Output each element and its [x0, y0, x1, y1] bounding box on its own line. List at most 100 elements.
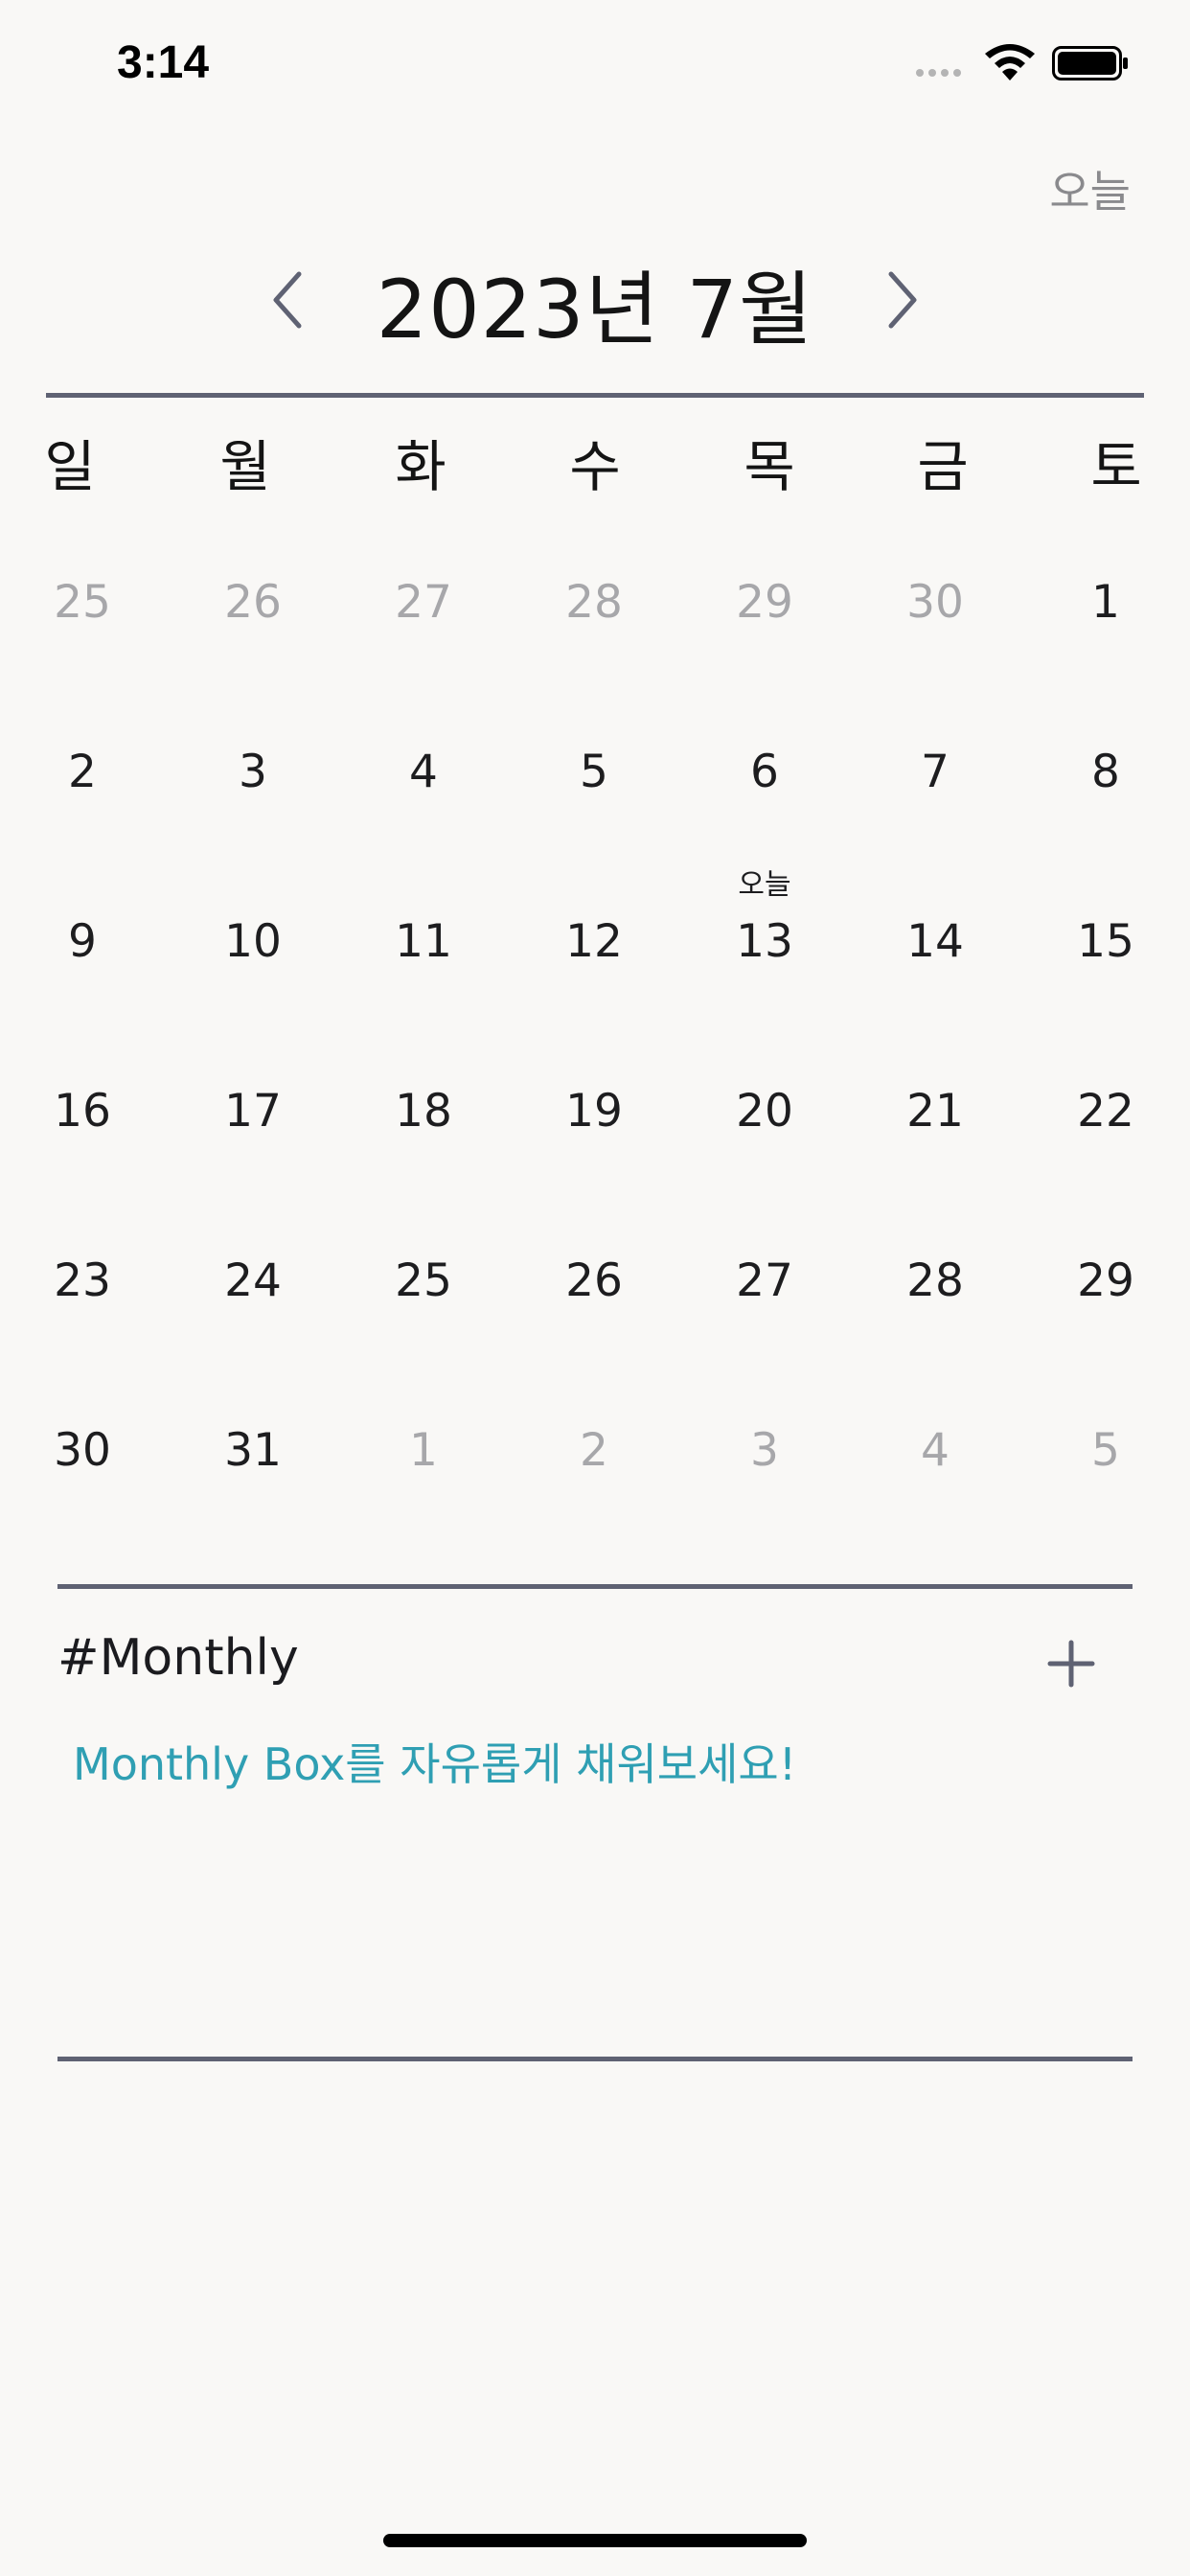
day-cell[interactable]: 28: [527, 546, 661, 661]
day-number: 7: [921, 746, 950, 798]
day-cell[interactable]: 10: [186, 886, 320, 1000]
day-number: 19: [565, 1085, 623, 1138]
day-cell[interactable]: 8: [1039, 716, 1173, 831]
day-cell[interactable]: 20: [698, 1055, 832, 1170]
day-number: 25: [395, 1254, 452, 1307]
monthly-box-input[interactable]: Monthly Box를 자유롭게 채워보세요!: [73, 1730, 796, 1793]
day-cell[interactable]: 18: [356, 1055, 491, 1170]
day-number: 17: [224, 1085, 282, 1138]
day-cell[interactable]: 12: [527, 886, 661, 1000]
day-cell[interactable]: 11: [356, 886, 491, 1000]
day-cell[interactable]: 21: [868, 1055, 1002, 1170]
day-number: 25: [54, 576, 111, 629]
weekday-label: 금: [917, 434, 969, 499]
day-number: 16: [54, 1085, 111, 1138]
status-time: 3:14: [117, 37, 210, 88]
day-cell[interactable]: 31: [186, 1394, 320, 1509]
day-number: 30: [54, 1424, 111, 1477]
day-cell[interactable]: 6: [698, 716, 832, 831]
weekday-header: 일 월 화 수 목 금 토: [0, 422, 1190, 499]
weekday-label: 수: [569, 434, 621, 499]
day-cell[interactable]: 3: [186, 716, 320, 831]
day-number: 9: [68, 915, 97, 968]
day-number: 2: [580, 1424, 608, 1477]
day-cell[interactable]: 4: [868, 1394, 1002, 1509]
day-cell[interactable]: 7: [868, 716, 1002, 831]
month-title: 2023년 7월: [376, 263, 814, 356]
day-cell[interactable]: 29: [698, 546, 832, 661]
day-number: 27: [736, 1254, 793, 1307]
day-number: 2: [68, 746, 97, 798]
calendar-week-row: 23 24 25 26 27 28 29: [0, 1225, 1190, 1394]
day-cell[interactable]: 1: [356, 1394, 491, 1509]
day-number: 10: [224, 915, 282, 968]
day-number: 21: [906, 1085, 964, 1138]
day-number: 3: [750, 1424, 779, 1477]
plus-icon[interactable]: [1044, 1637, 1098, 1690]
day-number: 11: [395, 915, 452, 968]
day-number: 22: [1077, 1085, 1134, 1138]
day-cell[interactable]: 15: [1039, 886, 1173, 1000]
day-cell[interactable]: 17: [186, 1055, 320, 1170]
day-cell[interactable]: 4: [356, 716, 491, 831]
day-cell[interactable]: 25: [356, 1225, 491, 1340]
day-cell[interactable]: 28: [868, 1225, 1002, 1340]
weekday-label: 월: [219, 434, 271, 499]
day-cell[interactable]: 2: [15, 716, 149, 831]
day-cell[interactable]: 16: [15, 1055, 149, 1170]
day-cell[interactable]: 27: [698, 1225, 832, 1340]
wifi-icon: [985, 44, 1035, 80]
day-cell[interactable]: 23: [15, 1225, 149, 1340]
day-number: 1: [409, 1424, 438, 1477]
day-cell[interactable]: 5: [527, 716, 661, 831]
day-cell[interactable]: 2: [527, 1394, 661, 1509]
monthly-divider-top: [57, 1584, 1133, 1589]
day-number: 5: [580, 746, 608, 798]
day-cell[interactable]: 30: [868, 546, 1002, 661]
chevron-right-icon[interactable]: [874, 266, 931, 334]
day-cell[interactable]: 26: [186, 546, 320, 661]
day-cell[interactable]: 25: [15, 546, 149, 661]
weekday-label: 토: [1090, 434, 1142, 499]
day-number: 6: [750, 746, 779, 798]
monthly-title: #Monthly: [57, 1629, 299, 1687]
day-cell[interactable]: 30: [15, 1394, 149, 1509]
day-number: 27: [395, 576, 452, 629]
day-cell[interactable]: 22: [1039, 1055, 1173, 1170]
day-number: 15: [1077, 915, 1134, 968]
day-cell[interactable]: 29: [1039, 1225, 1173, 1340]
day-number: 12: [565, 915, 623, 968]
header-divider: [46, 393, 1144, 398]
day-number: 29: [736, 576, 793, 629]
today-tag: 오늘: [738, 868, 791, 902]
home-indicator: [383, 2534, 807, 2547]
calendar-grid: 25 26 27 28 29 30 1 2 3 4 5 6 7 8 9 10 11 12 오늘 13 14 15 16 17 1…: [0, 546, 1190, 1564]
day-cell[interactable]: 9: [15, 886, 149, 1000]
day-cell[interactable]: 26: [527, 1225, 661, 1340]
weekday-label: 일: [44, 434, 96, 499]
today-button[interactable]: 오늘: [1049, 157, 1131, 220]
day-number: 24: [224, 1254, 282, 1307]
day-number: 23: [54, 1254, 111, 1307]
day-number: 28: [906, 1254, 964, 1307]
day-number: 1: [1091, 576, 1120, 629]
day-cell[interactable]: 24: [186, 1225, 320, 1340]
day-cell[interactable]: 5: [1039, 1394, 1173, 1509]
day-cell-today[interactable]: 오늘 13: [698, 868, 832, 1000]
day-cell[interactable]: 19: [527, 1055, 661, 1170]
day-number: 26: [565, 1254, 623, 1307]
day-cell[interactable]: 1: [1039, 546, 1173, 661]
weekday-label: 목: [744, 434, 795, 499]
day-cell[interactable]: 14: [868, 886, 1002, 1000]
day-number: 30: [906, 576, 964, 629]
calendar-week-row: 9 10 11 12 오늘 13 14 15: [0, 868, 1190, 1055]
weekday-label: 화: [395, 434, 446, 499]
day-cell[interactable]: 27: [356, 546, 491, 661]
calendar-week-row: 25 26 27 28 29 30 1: [0, 546, 1190, 716]
monthly-divider-bottom: [57, 2057, 1133, 2061]
calendar-week-row: 30 31 1 2 3 4 5: [0, 1394, 1190, 1564]
day-number: 26: [224, 576, 282, 629]
day-number: 8: [1091, 746, 1120, 798]
day-cell[interactable]: 3: [698, 1394, 832, 1509]
day-number: 18: [395, 1085, 452, 1138]
